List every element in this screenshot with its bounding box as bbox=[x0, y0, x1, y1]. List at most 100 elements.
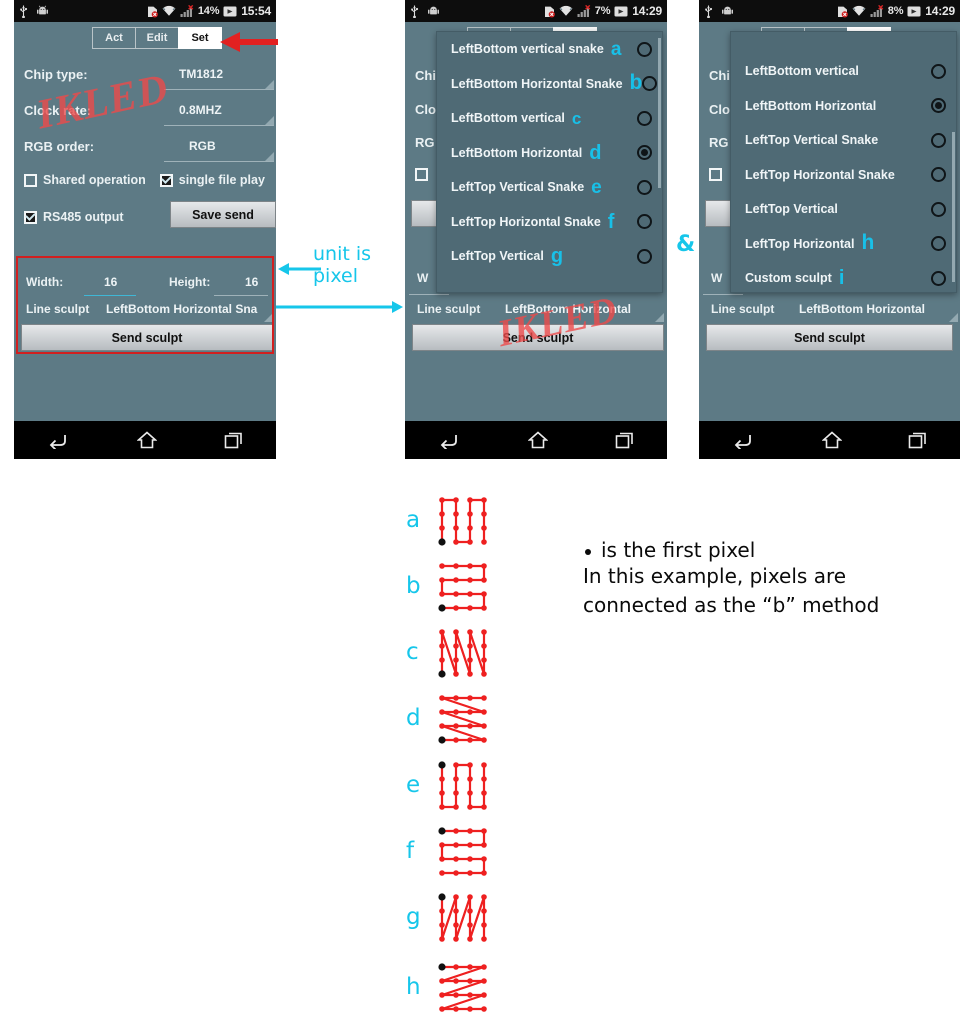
pattern-letter-f: f bbox=[406, 838, 415, 864]
option-radio[interactable] bbox=[642, 76, 658, 92]
option-radio[interactable] bbox=[637, 214, 652, 230]
behind-checkbox[interactable] bbox=[709, 168, 722, 181]
option-radio[interactable] bbox=[931, 236, 946, 252]
send-sculpt-button[interactable]: Send sculpt bbox=[412, 324, 664, 351]
chip-type-caret-icon[interactable] bbox=[265, 80, 274, 89]
line-sculpt-dropdown[interactable]: LeftBottom vertical snake a LeftBottom H… bbox=[436, 31, 663, 293]
option-radio[interactable] bbox=[637, 110, 652, 126]
checkbox-label: Shared operation bbox=[43, 173, 146, 187]
option-radio-selected[interactable] bbox=[637, 145, 652, 161]
option-radio[interactable] bbox=[931, 63, 946, 79]
dropdown-option[interactable]: LeftBottom vertical snake a bbox=[437, 32, 662, 67]
row-checkboxes-1: Shared operation single file play bbox=[14, 170, 276, 190]
signal-no-sim-icon bbox=[180, 4, 194, 17]
dropdown-scrollbar[interactable] bbox=[658, 38, 661, 188]
option-label: LeftBottom vertical snake bbox=[451, 42, 604, 57]
rgb-order-value[interactable]: RGB bbox=[189, 139, 216, 153]
red-arrow-icon bbox=[220, 32, 278, 52]
battery-percent: 14% bbox=[197, 5, 220, 17]
pattern-diagram-g bbox=[438, 893, 487, 942]
line-sculpt-value[interactable]: LeftBottom Horizontal bbox=[799, 302, 925, 316]
back-icon[interactable] bbox=[438, 432, 462, 449]
pattern-diagram-d bbox=[438, 695, 487, 744]
checkbox-box-icon[interactable] bbox=[24, 173, 37, 187]
android-robot-icon bbox=[428, 6, 439, 14]
back-icon[interactable] bbox=[47, 432, 71, 449]
rgb-order-caret-icon[interactable] bbox=[265, 152, 274, 161]
row-chip-type: Chip type: TM1812 bbox=[14, 64, 276, 84]
checkbox-box-checked-icon[interactable] bbox=[159, 173, 173, 187]
dropdown-option[interactable]: LeftBottom Horizontal d bbox=[437, 136, 662, 171]
dropdown-option[interactable]: LeftTop Horizontal Snake f bbox=[437, 205, 662, 240]
signal-no-sim-icon bbox=[577, 4, 591, 17]
option-radio[interactable] bbox=[931, 201, 946, 217]
recents-icon[interactable] bbox=[908, 432, 927, 449]
home-icon[interactable] bbox=[137, 431, 158, 449]
home-icon[interactable] bbox=[822, 431, 842, 449]
behind-checkbox[interactable] bbox=[415, 168, 428, 181]
line-sculpt-caret-icon[interactable] bbox=[949, 313, 958, 322]
option-label: Custom sculpt bbox=[745, 271, 832, 286]
checkbox-rs485-output[interactable]: RS485 output bbox=[24, 210, 124, 224]
chip-type-value[interactable]: TM1812 bbox=[179, 67, 223, 81]
option-label: LeftTop Vertical bbox=[451, 249, 544, 264]
android-robot-icon bbox=[37, 5, 48, 14]
checkbox-shared-operation[interactable]: Shared operation bbox=[24, 173, 146, 187]
option-mark: f bbox=[607, 210, 615, 233]
clock: 14:29 bbox=[925, 4, 955, 18]
line-sculpt-caret-icon[interactable] bbox=[655, 313, 664, 322]
dropdown-option[interactable]: LeftBottom Horizontal bbox=[731, 89, 956, 124]
app-screen: Chi Clo RG W LeftBottom vertical snake a… bbox=[405, 22, 667, 421]
option-mark: c bbox=[571, 108, 582, 128]
dropdown-option[interactable]: LeftTop Vertical Snake e bbox=[437, 170, 662, 205]
line-sculpt-dropdown[interactable]: LeftBottom vertical LeftBottom Horizonta… bbox=[730, 31, 957, 293]
option-mark: h bbox=[861, 231, 875, 255]
option-mark: a bbox=[610, 38, 622, 60]
checkbox-box-checked-icon[interactable] bbox=[24, 210, 37, 224]
dropdown-option[interactable]: LeftTop Vertical g bbox=[437, 239, 662, 274]
option-radio[interactable] bbox=[931, 132, 946, 148]
dropdown-option[interactable]: LeftBottom vertical bbox=[731, 54, 956, 89]
option-radio[interactable] bbox=[637, 248, 652, 264]
recents-icon[interactable] bbox=[224, 432, 243, 449]
option-radio[interactable] bbox=[637, 179, 652, 195]
pattern-diagram-h bbox=[438, 963, 487, 1012]
clock-rate-value[interactable]: 0.8MHZ bbox=[179, 103, 222, 117]
save-send-button[interactable]: Save send bbox=[170, 201, 276, 228]
dropdown-option[interactable]: LeftBottom Horizontal Snake b bbox=[437, 67, 662, 102]
signal-no-sim-icon bbox=[870, 4, 884, 17]
option-radio[interactable] bbox=[931, 167, 946, 183]
option-radio-selected[interactable] bbox=[931, 98, 946, 114]
unit-is-pixel-note: unit is pixel bbox=[313, 243, 372, 287]
send-sculpt-button[interactable]: Send sculpt bbox=[706, 324, 953, 351]
recents-icon[interactable] bbox=[615, 432, 634, 449]
home-icon[interactable] bbox=[528, 431, 549, 449]
line-sculpt-value[interactable]: LeftBottom Horizontal bbox=[505, 302, 631, 316]
pattern-letter-b: b bbox=[406, 573, 421, 599]
back-icon[interactable] bbox=[732, 432, 756, 449]
pattern-letter-d: d bbox=[406, 705, 421, 731]
chip-type-underline bbox=[164, 89, 274, 90]
dropdown-option[interactable]: LeftTop Vertical Snake bbox=[731, 123, 956, 158]
option-label: LeftBottom Horizontal Snake bbox=[451, 76, 623, 91]
tab-act[interactable]: Act bbox=[92, 27, 136, 49]
option-label: LeftBottom vertical bbox=[451, 111, 565, 126]
option-radio[interactable] bbox=[637, 41, 652, 57]
first-pixel-text: is the first pixel bbox=[601, 538, 756, 562]
option-mark: b bbox=[629, 71, 643, 95]
dropdown-option[interactable]: LeftTop Horizontal h bbox=[731, 227, 956, 262]
checkbox-single-file-play[interactable]: single file play bbox=[159, 173, 265, 187]
app-screen: Act Edit Set Chip type: TM1812 Clock rat… bbox=[14, 22, 276, 421]
tab-edit[interactable]: Edit bbox=[135, 27, 179, 49]
option-radio[interactable] bbox=[931, 270, 946, 286]
dropdown-option[interactable]: LeftTop Vertical bbox=[731, 192, 956, 227]
dropdown-option[interactable]: LeftBottom vertical c bbox=[437, 101, 662, 136]
dropdown-option[interactable]: Custom sculpt i bbox=[731, 261, 956, 296]
row-clock-rate: Clock rate: 0.8MHZ bbox=[14, 100, 276, 120]
dropdown-scrollbar[interactable] bbox=[952, 132, 955, 282]
clock-rate-caret-icon[interactable] bbox=[265, 116, 274, 125]
dropdown-option[interactable] bbox=[731, 32, 956, 54]
status-bar: 7% 14:29 bbox=[405, 0, 667, 22]
dropdown-option[interactable]: LeftTop Horizontal Snake bbox=[731, 158, 956, 193]
row-line-sculpt: Line sculpt LeftBottom Horizontal bbox=[699, 299, 960, 319]
